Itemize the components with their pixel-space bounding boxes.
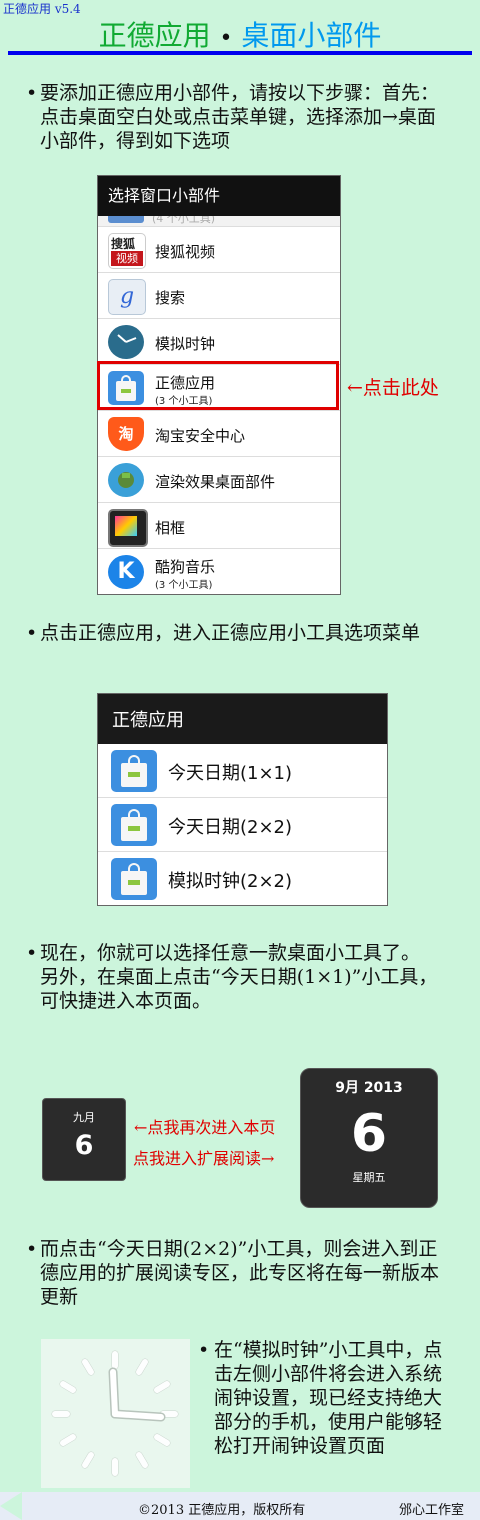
step3-text-line2: 另外，在桌面上点击“今天日期(1×1)”小工具，可快捷进入本页面。 bbox=[40, 966, 438, 1012]
click-here-annotation: ←点击此处 bbox=[347, 377, 439, 399]
page-title: 正德应用 • 桌面小部件 bbox=[0, 14, 480, 54]
partial-list-item: (4 个小工具) bbox=[98, 216, 340, 227]
zhengde-menu-item-date-2x2[interactable]: 今天日期(2×2) bbox=[98, 798, 387, 852]
zhengde-widget-menu-screenshot: 正德应用 今天日期(1×1) 今天日期(2×2) 模拟时钟(2×2) bbox=[97, 693, 388, 906]
extended-reading-annotation: 点我进入扩展阅读→ bbox=[133, 1149, 275, 1168]
bullet: • bbox=[198, 1339, 210, 1361]
sohu-video-icon: 搜狐 视频 bbox=[108, 233, 146, 269]
widget-item-taobao-security[interactable]: 淘 淘宝安全中心 bbox=[98, 411, 340, 457]
zhengde-menu-item-clock-2x2[interactable]: 模拟时钟(2×2) bbox=[98, 852, 387, 905]
widget-item-search[interactable]: g 搜索 bbox=[98, 273, 340, 319]
calendar-widget-small[interactable]: 九月 6 bbox=[42, 1098, 126, 1181]
bullet: • bbox=[26, 942, 38, 964]
widget-item-label: 搜索 bbox=[155, 289, 186, 307]
partial-item-sub: (4 个小工具) bbox=[152, 216, 216, 225]
step2-paragraph: • 点击正德应用，进入正德应用小工具选项菜单 bbox=[26, 621, 446, 645]
zhengde-highlight-box bbox=[97, 361, 339, 410]
bullet: • bbox=[26, 82, 38, 104]
zhengde-app-icon bbox=[111, 804, 157, 846]
analog-clock-icon bbox=[108, 325, 144, 359]
analog-clock-face-icon bbox=[51, 1350, 179, 1477]
step2-text: 点击正德应用，进入正德应用小工具选项菜单 bbox=[40, 622, 421, 644]
widget-item-photo-frame[interactable]: 相框 bbox=[98, 503, 340, 549]
step4-paragraph: • 而点击“今天日期(2×2)”小工具，则会进入到正德应用的扩展阅读专区，此专区… bbox=[26, 1237, 446, 1309]
step3-paragraph: • 现在，你就可以选择任意一款桌面小工具了。 另外，在桌面上点击“今天日期(1×… bbox=[26, 941, 446, 1013]
step5-paragraph: • 在“模拟时钟”小工具中，点击左侧小部件将会进入系统闹钟设置，现已经支持绝大部… bbox=[198, 1338, 448, 1458]
bullet: • bbox=[26, 622, 38, 644]
zhengde-menu-item-date-1x1[interactable]: 今天日期(1×1) bbox=[98, 744, 387, 798]
intro-paragraph: • 要添加正德应用小部件，请按以下步骤：首先：点击桌面空白处或点击菜单键，选择添… bbox=[26, 81, 446, 153]
widget-item-label: 相框 bbox=[155, 519, 186, 537]
zhengde-menu-header: 正德应用 bbox=[98, 694, 387, 744]
google-search-icon: g bbox=[108, 279, 146, 315]
calendar-weekday: 星期五 bbox=[352, 1171, 386, 1184]
menu-item-label: 今天日期(2×2) bbox=[168, 817, 293, 838]
studio-name: 邠心工作室 bbox=[399, 1503, 465, 1518]
title-divider bbox=[8, 51, 472, 55]
copyright-text: ©2013 正德应用，版权所有 bbox=[138, 1503, 306, 1518]
widget-item-label: 搜狐视频 bbox=[155, 243, 216, 261]
analog-clock-widget[interactable] bbox=[41, 1339, 190, 1488]
calendar-month-year: 9月 2013 bbox=[335, 1080, 403, 1096]
calendar-day: 6 bbox=[350, 1104, 388, 1164]
widget-item-kugou-music[interactable]: K 酷狗音乐 (3 个小工具) bbox=[98, 549, 340, 594]
calendar-month: 九月 bbox=[73, 1111, 95, 1124]
widget-item-sohu-video[interactable]: 搜狐 视频 搜狐视频 bbox=[98, 227, 340, 273]
widget-item-label: 渲染效果桌面部件 bbox=[155, 473, 276, 491]
taobao-security-icon: 淘 bbox=[108, 417, 144, 451]
widget-item-label: 模拟时钟 bbox=[155, 335, 216, 353]
kugou-music-icon: K bbox=[108, 555, 144, 589]
footer: ©2013 正德应用，版权所有 邠心工作室 bbox=[0, 1492, 480, 1520]
widget-item-analog-clock[interactable]: 模拟时钟 bbox=[98, 319, 340, 365]
reenter-page-annotation: ←点我再次进入本页 bbox=[134, 1118, 276, 1137]
widget-item-render-effect[interactable]: 渲染效果桌面部件 bbox=[98, 457, 340, 503]
step4-text: 而点击“今天日期(2×2)”小工具，则会进入到正德应用的扩展阅读专区，此专区将在… bbox=[40, 1238, 440, 1308]
widget-picker-header: 选择窗口小部件 bbox=[98, 176, 340, 216]
intro-text: 要添加正德应用小部件，请按以下步骤：首先：点击桌面空白处或点击菜单键，选择添加→… bbox=[40, 82, 440, 152]
photo-frame-icon bbox=[108, 509, 148, 547]
widget-item-count: (3 个小工具) bbox=[155, 580, 213, 591]
widget-item-label: 酷狗音乐 bbox=[155, 558, 216, 576]
step5-text: 在“模拟时钟”小工具中，点击左侧小部件将会进入系统闹钟设置，现已经支持绝大部分的… bbox=[214, 1339, 443, 1457]
title-section: 桌面小部件 bbox=[241, 19, 382, 52]
calendar-day: 6 bbox=[74, 1130, 94, 1161]
menu-item-label: 模拟时钟(2×2) bbox=[168, 871, 293, 892]
render-effect-icon bbox=[108, 463, 144, 497]
menu-item-label: 今天日期(1×1) bbox=[168, 763, 293, 784]
step3-text-line1: 现在，你就可以选择任意一款桌面小工具了。 bbox=[40, 942, 421, 964]
calendar-widget-large[interactable]: 9月 2013 6 星期五 bbox=[300, 1068, 438, 1208]
title-separator: • bbox=[219, 26, 233, 51]
zhengde-app-icon bbox=[111, 750, 157, 792]
title-app-name: 正德应用 bbox=[98, 19, 211, 52]
bullet: • bbox=[26, 1238, 38, 1260]
back-arrow-icon[interactable] bbox=[0, 1492, 22, 1520]
partial-item-icon bbox=[108, 216, 144, 223]
widget-item-label: 淘宝安全中心 bbox=[155, 427, 246, 445]
zhengde-app-icon bbox=[111, 858, 157, 900]
